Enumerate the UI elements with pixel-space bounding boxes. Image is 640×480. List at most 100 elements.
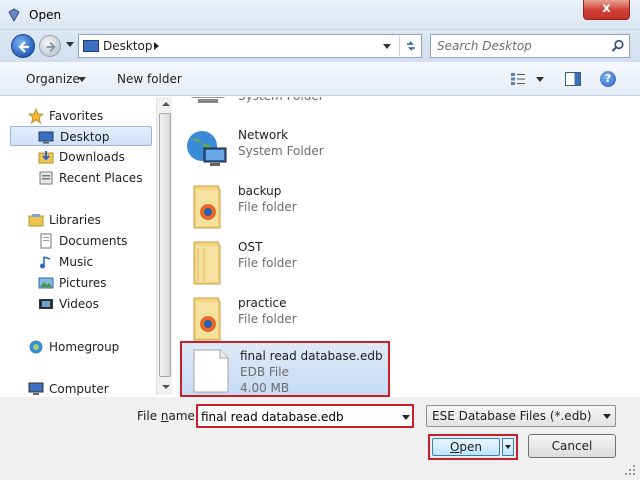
arrow-left-icon xyxy=(18,41,29,53)
view-options-icon[interactable] xyxy=(510,72,526,86)
nav-item-homegroup[interactable]: Homegroup xyxy=(8,337,150,357)
nav-item-libraries[interactable]: Libraries xyxy=(8,210,150,230)
file-type-filter[interactable]: ESE Database Files (*.edb) xyxy=(426,405,616,427)
file-item-network[interactable]: Network System Folder xyxy=(180,122,390,178)
file-name-history-dropdown[interactable] xyxy=(402,415,410,420)
desktop-icon xyxy=(38,131,54,144)
file-icon xyxy=(193,349,229,393)
file-name: OST xyxy=(238,240,263,254)
open-button-label: pen xyxy=(459,440,483,454)
nav-item-label: Computer xyxy=(49,382,109,396)
open-button-accel: O xyxy=(449,440,460,454)
scroll-up-icon[interactable] xyxy=(162,102,170,106)
file-size: 4.00 MB xyxy=(240,381,290,395)
nav-item-videos[interactable]: Videos xyxy=(8,294,150,314)
computer-icon xyxy=(191,97,225,103)
file-name-label: File name: xyxy=(137,409,199,423)
file-type-filter-value: ESE Database Files (*.edb) xyxy=(432,409,592,423)
help-icon[interactable]: ? xyxy=(600,71,616,87)
file-item-practice[interactable]: practice File folder xyxy=(180,290,390,346)
file-name: Network xyxy=(238,128,289,142)
nav-item-label: Pictures xyxy=(59,276,107,290)
pictures-icon xyxy=(38,277,54,289)
nav-item-pictures[interactable]: Pictures xyxy=(8,273,150,293)
file-item-final-read-database[interactable]: final read database.edb EDB File 4.00 MB xyxy=(180,341,390,397)
file-type: File folder xyxy=(238,256,297,270)
navigation-pane: Favorites Desktop Downloads Recent Place… xyxy=(8,97,173,399)
search-box[interactable]: Search Desktop xyxy=(430,34,630,58)
file-item-computer[interactable]: System Folder xyxy=(180,97,390,123)
cancel-button[interactable]: Cancel xyxy=(528,434,616,458)
nav-item-computer[interactable]: Computer xyxy=(8,379,150,399)
forward-button[interactable] xyxy=(39,35,61,57)
organize-button[interactable]: Organize xyxy=(26,72,80,86)
desktop-icon xyxy=(83,40,99,52)
downloads-icon xyxy=(38,151,54,164)
computer-icon xyxy=(28,382,44,395)
nav-item-label: Homegroup xyxy=(49,340,120,354)
file-list: System Folder Network System Folder back… xyxy=(172,97,622,397)
address-row: Desktop Search Desktop xyxy=(0,30,640,62)
title-bar: Open x xyxy=(0,0,640,30)
nav-item-favorites[interactable]: Favorites xyxy=(8,106,150,126)
file-name: final read database.edb xyxy=(240,349,383,363)
nav-item-recent-places[interactable]: Recent Places xyxy=(8,168,150,188)
nav-item-label: Videos xyxy=(59,297,99,311)
command-toolbar: Organize New folder ? xyxy=(0,62,640,96)
file-name-field[interactable] xyxy=(201,408,391,426)
nav-item-label: Desktop xyxy=(60,130,110,144)
music-icon xyxy=(40,256,51,269)
file-item-backup[interactable]: backup File folder xyxy=(180,178,390,234)
nav-item-label: Favorites xyxy=(49,109,104,123)
address-history-dropdown[interactable] xyxy=(383,44,391,49)
arrow-right-icon xyxy=(46,42,56,52)
chevron-down-icon[interactable] xyxy=(603,414,611,419)
documents-icon xyxy=(40,233,52,249)
resize-grip-icon[interactable] xyxy=(624,464,636,476)
breadcrumb-chevron-icon[interactable] xyxy=(154,42,159,50)
nav-item-downloads[interactable]: Downloads xyxy=(8,147,150,167)
search-icon[interactable] xyxy=(611,39,625,53)
folder-icon xyxy=(193,185,221,229)
refresh-button[interactable] xyxy=(399,36,421,56)
open-button-group: Open xyxy=(428,434,518,460)
recent-places-icon xyxy=(39,171,53,185)
nav-item-label: Recent Places xyxy=(59,171,143,185)
refresh-icon xyxy=(406,41,415,51)
file-item-ost[interactable]: OST File folder xyxy=(180,234,390,290)
file-name: backup xyxy=(238,184,282,198)
preview-pane-icon[interactable] xyxy=(565,72,581,86)
scroll-thumb[interactable] xyxy=(159,113,171,377)
new-folder-button[interactable]: New folder xyxy=(117,72,182,86)
file-name-combobox[interactable] xyxy=(196,404,414,428)
file-type: System Folder xyxy=(238,144,324,158)
file-name: practice xyxy=(238,296,287,310)
file-type: EDB File xyxy=(240,365,289,379)
file-name-label-text: ame: xyxy=(168,409,199,423)
dialog-footer: File name: ESE Database Files (*.edb) Op… xyxy=(0,397,640,480)
nav-item-label: Downloads xyxy=(59,150,125,164)
nav-item-label: Libraries xyxy=(49,213,101,227)
star-icon xyxy=(28,108,44,124)
nav-item-documents[interactable]: Documents xyxy=(8,231,150,251)
scroll-down-icon[interactable] xyxy=(162,385,170,389)
close-button[interactable]: x xyxy=(583,0,630,20)
open-button[interactable]: Open xyxy=(432,438,500,456)
libraries-icon xyxy=(28,214,44,227)
back-button[interactable] xyxy=(11,34,35,58)
folder-icon xyxy=(193,241,221,285)
recent-locations-dropdown[interactable] xyxy=(66,42,74,47)
nav-item-music[interactable]: Music xyxy=(8,252,150,272)
chevron-down-icon[interactable] xyxy=(78,77,86,82)
nav-item-desktop[interactable]: Desktop xyxy=(10,126,152,146)
address-breadcrumb-desktop[interactable]: Desktop xyxy=(103,39,153,53)
folder-icon xyxy=(193,297,221,341)
nav-item-label: Music xyxy=(59,255,94,269)
file-type: System Folder xyxy=(238,97,324,103)
view-options-dropdown[interactable] xyxy=(536,77,544,82)
file-name-label-text: File xyxy=(137,409,161,423)
address-bar[interactable]: Desktop xyxy=(78,34,422,58)
app-icon xyxy=(8,8,20,22)
nav-pane-scrollbar[interactable] xyxy=(156,97,173,395)
open-options-dropdown[interactable] xyxy=(502,438,514,456)
